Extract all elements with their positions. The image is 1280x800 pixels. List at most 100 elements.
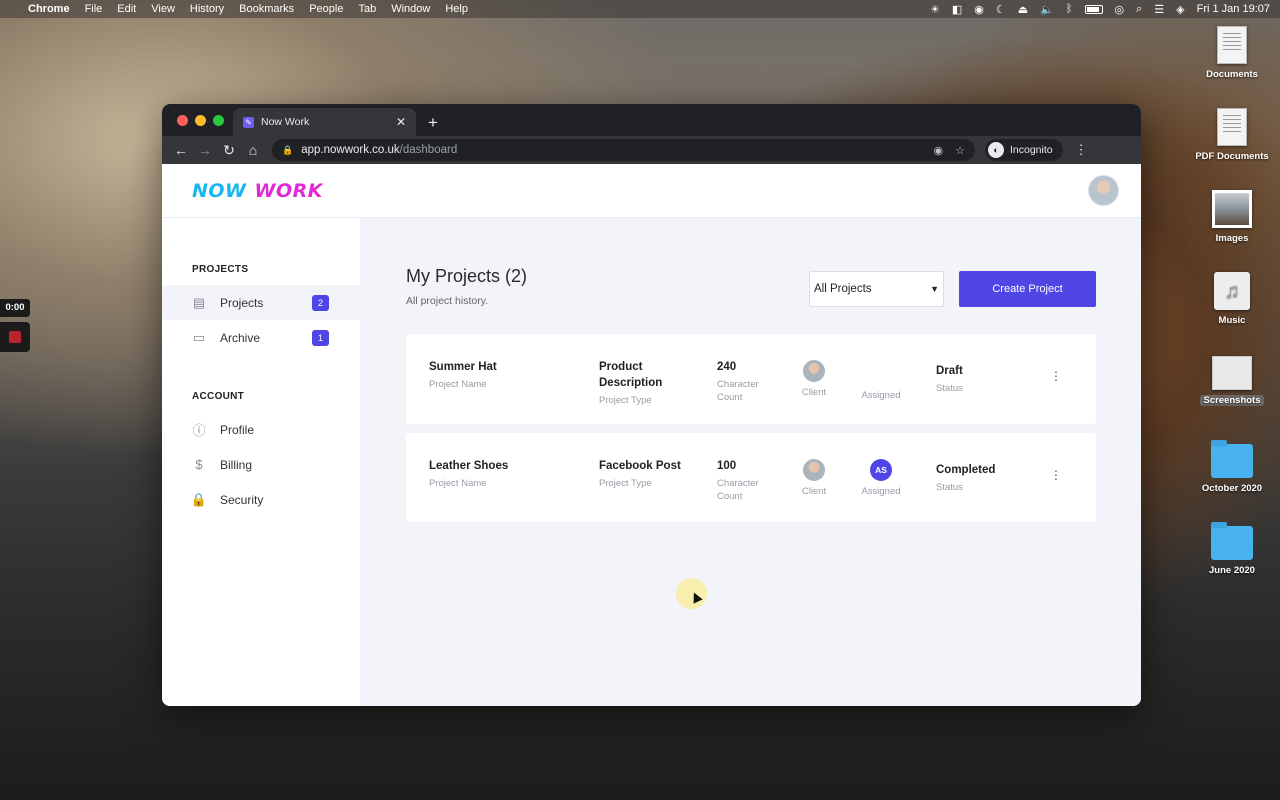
- project-name: Leather Shoes: [429, 460, 509, 472]
- create-project-button[interactable]: Create Project: [959, 271, 1096, 307]
- chrome-menu-icon[interactable]: ⋮: [1075, 142, 1088, 158]
- close-window-button[interactable]: [177, 115, 188, 126]
- client-label: Client: [801, 486, 827, 497]
- night-mode-icon[interactable]: ☾: [996, 3, 1006, 16]
- desktop-item-images[interactable]: Images: [1187, 190, 1277, 244]
- assigned-avatar[interactable]: AS: [870, 459, 892, 481]
- maximize-window-button[interactable]: [213, 115, 224, 126]
- chevron-down-icon: ▼: [930, 284, 939, 294]
- lock-icon[interactable]: 🔒: [282, 145, 293, 156]
- menu-history[interactable]: History: [190, 3, 224, 15]
- desktop-item-screenshots[interactable]: Screenshots: [1187, 356, 1277, 406]
- lock-icon: 🔒: [190, 491, 208, 507]
- desktop-item-pdf-documents[interactable]: PDF Documents: [1187, 108, 1277, 162]
- desktop-item-label: June 2020: [1209, 565, 1255, 576]
- image-icon: [1212, 190, 1252, 228]
- sidebar-item-archive[interactable]: ▭ Archive 1: [162, 320, 360, 355]
- siri-icon[interactable]: ◈: [1176, 3, 1184, 16]
- sidebar-heading-projects: PROJECTS: [192, 264, 249, 275]
- project-type: Product Description: [599, 361, 663, 389]
- sidebar-item-projects[interactable]: ▤ Projects 2: [162, 285, 360, 320]
- now-work-logo[interactable]: NOW WORK: [192, 180, 323, 202]
- user-avatar[interactable]: [1088, 175, 1119, 206]
- project-card[interactable]: Leather Shoes Project Name Facebook Post…: [406, 433, 1096, 522]
- menu-bar: Chrome File Edit View History Bookmarks …: [0, 0, 1280, 18]
- menu-tab[interactable]: Tab: [358, 3, 376, 15]
- incognito-profile-button[interactable]: ◐ Incognito: [985, 139, 1063, 161]
- eye-icon[interactable]: ◉: [934, 144, 944, 157]
- project-type-cell: Facebook Post Project Type: [599, 458, 699, 490]
- music-icon: ♫: [1214, 272, 1250, 310]
- new-tab-button[interactable]: +: [428, 113, 438, 133]
- project-filter-select[interactable]: All Projects ▼: [809, 271, 944, 307]
- page-title: My Projects (2): [406, 266, 528, 286]
- menu-people[interactable]: People: [309, 3, 343, 15]
- control-center-icon[interactable]: ☰: [1154, 3, 1164, 16]
- sidebar-heading-account: ACCOUNT: [192, 391, 245, 402]
- client-avatar[interactable]: [803, 360, 825, 382]
- more-options-icon[interactable]: · · ·: [1051, 463, 1061, 485]
- page-subtitle: All project history.: [406, 295, 489, 307]
- menu-app-name[interactable]: Chrome: [28, 3, 70, 15]
- project-type: Facebook Post: [599, 460, 681, 472]
- desktop-item-label: Documents: [1206, 69, 1258, 80]
- sidebar-item-label: Security: [220, 492, 264, 507]
- project-card[interactable]: Summer Hat Project Name Product Descript…: [406, 334, 1096, 424]
- sidebar-item-billing[interactable]: $ Billing: [162, 447, 360, 482]
- logo-work: WORK: [254, 179, 323, 202]
- search-icon[interactable]: ⌕: [1136, 3, 1142, 16]
- filter-value: All Projects: [814, 283, 872, 295]
- menu-view[interactable]: View: [151, 3, 175, 15]
- assigned-label: Assigned: [861, 390, 901, 401]
- address-bar[interactable]: 🔒 app.nowwork.co.uk/dashboard ◉ ☆: [272, 139, 975, 161]
- eject-icon[interactable]: ⏏: [1018, 3, 1028, 16]
- volume-icon[interactable]: 🔈: [1040, 3, 1054, 16]
- main-content: My Projects (2) All project history. All…: [360, 218, 1141, 706]
- desktop-item-documents[interactable]: Documents: [1187, 26, 1277, 80]
- tab-title: Now Work: [261, 116, 310, 128]
- screenshot-icon: [1212, 356, 1252, 390]
- home-button[interactable]: ⌂: [242, 142, 264, 158]
- desktop-item-label: PDF Documents: [1195, 151, 1269, 162]
- client-avatar[interactable]: [803, 459, 825, 481]
- sidebar-item-label: Archive: [220, 330, 261, 345]
- back-button[interactable]: ←: [170, 142, 192, 158]
- stop-recording-button[interactable]: [0, 322, 30, 352]
- desktop-item-music[interactable]: ♫ Music: [1187, 272, 1277, 326]
- sidebar-item-profile[interactable]: ⓘ Profile: [162, 412, 360, 447]
- sidebar-item-security[interactable]: 🔒 Security: [162, 482, 360, 517]
- bluetooth-icon[interactable]: ᛒ: [1066, 3, 1073, 15]
- brightness-icon[interactable]: ☀: [930, 3, 940, 16]
- character-count-cell: 100 Character Count: [717, 458, 777, 503]
- forward-button[interactable]: →: [194, 142, 216, 158]
- menu-file[interactable]: File: [85, 3, 103, 15]
- desktop-item-october-2020[interactable]: October 2020: [1187, 440, 1277, 494]
- info-icon: ⓘ: [192, 423, 206, 438]
- clock[interactable]: Fri 1 Jan 19:07: [1197, 3, 1270, 15]
- folder-icon: [1211, 440, 1253, 478]
- reload-button[interactable]: ↻: [218, 142, 240, 159]
- sidebar-item-label: Billing: [220, 457, 253, 472]
- url-host: app.nowwork.co.uk: [301, 144, 400, 156]
- user-icon[interactable]: ◎: [1115, 3, 1125, 16]
- projects-count-badge: 2: [312, 294, 329, 311]
- status-value: Completed: [936, 464, 996, 476]
- status-label: Status: [936, 482, 963, 493]
- app-status-icon[interactable]: ◧: [952, 3, 962, 16]
- menu-bookmarks[interactable]: Bookmarks: [239, 3, 294, 15]
- character-count-label: Character Count: [717, 379, 759, 403]
- bookmark-star-icon[interactable]: ☆: [955, 144, 965, 157]
- window-controls: [177, 115, 224, 126]
- password-icon[interactable]: ◉: [974, 3, 984, 16]
- battery-icon[interactable]: [1084, 4, 1103, 14]
- close-icon[interactable]: ✕: [396, 115, 406, 129]
- sidebar-item-label: Profile: [220, 422, 255, 437]
- tab-now-work[interactable]: ✎ Now Work ✕: [233, 108, 416, 136]
- desktop-item-june-2020[interactable]: June 2020: [1187, 522, 1277, 576]
- menu-edit[interactable]: Edit: [117, 3, 136, 15]
- menu-help[interactable]: Help: [445, 3, 468, 15]
- more-options-icon[interactable]: · · ·: [1051, 364, 1061, 386]
- sidebar: PROJECTS ▤ Projects 2 ▭ Archive 1 ACCOUN…: [162, 218, 360, 706]
- menu-window[interactable]: Window: [391, 3, 430, 15]
- minimize-window-button[interactable]: [195, 115, 206, 126]
